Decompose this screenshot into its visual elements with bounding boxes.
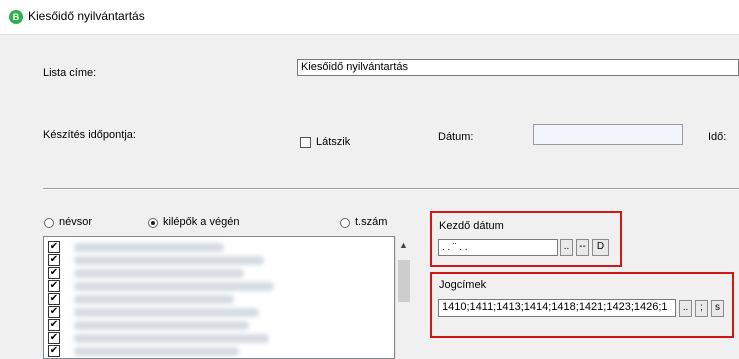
list-item-checkbox[interactable]: ✔ — [48, 254, 60, 266]
scroll-thumb[interactable] — [398, 260, 410, 302]
list-item-checkbox[interactable]: ✔ — [48, 306, 60, 318]
jogcimek-label: Jogcímek — [439, 279, 487, 291]
ido-label: Idő: — [708, 131, 727, 143]
list-item-checkbox[interactable]: ✔ — [48, 241, 60, 253]
app-logo-icon: B — [9, 10, 23, 24]
scroll-up-arrow-icon[interactable]: ▲ — [399, 240, 408, 250]
kezdo-datum-d-button[interactable]: D — [592, 239, 609, 256]
kezdo-datum-input[interactable]: . . ¨ . . — [438, 239, 558, 256]
list-item-redacted — [74, 295, 234, 304]
keszites-idopontja-label: Készítés időpontja: — [43, 129, 136, 141]
jogcimek-semicolon-button[interactable]: ; — [695, 300, 708, 317]
list-item-redacted — [74, 256, 264, 265]
jogcimek-picker-button[interactable]: .. — [679, 300, 692, 317]
kezdo-datum-picker-button[interactable]: .. — [560, 239, 573, 256]
radio-kilepok-a-vegen[interactable] — [148, 218, 158, 228]
list-item-redacted — [74, 243, 224, 252]
list-item-checkbox[interactable]: ✔ — [48, 267, 60, 279]
radio-tszam[interactable] — [340, 218, 350, 228]
datum-label: Dátum: — [438, 131, 474, 143]
separator — [43, 188, 739, 190]
kezdo-datum-label: Kezdő dátum — [439, 220, 504, 232]
checklist-scrollbar[interactable]: ▲ — [395, 236, 412, 359]
list-item-checkbox[interactable]: ✔ — [48, 345, 60, 357]
list-item-checkbox[interactable]: ✔ — [48, 293, 60, 305]
jogcimek-input[interactable]: 1410;1411;1413;1414;1418;1421;1423;1426;… — [438, 299, 676, 317]
list-item-redacted — [74, 334, 269, 343]
radio-kilepok-label: kilépők a végén — [163, 216, 240, 228]
list-item-redacted — [74, 308, 259, 317]
radio-tszam-label: t.szám — [355, 216, 388, 228]
kezdo-datum-clear-button[interactable]: -- — [576, 239, 589, 256]
radio-nevsor-label: névsor — [59, 216, 93, 228]
list-item-redacted — [74, 321, 249, 330]
list-item-redacted — [74, 282, 274, 291]
employee-checklist[interactable]: ✔ ✔ ✔ ✔ ✔ ✔ ✔ ✔ ✔ — [43, 236, 395, 359]
list-item-checkbox[interactable]: ✔ — [48, 280, 60, 292]
list-item-checkbox[interactable]: ✔ — [48, 319, 60, 331]
radio-nevsor[interactable] — [44, 218, 54, 228]
window-title: Kiesőidő nyilvántartás — [28, 9, 145, 23]
title-bar: B Kiesőidő nyilvántartás — [0, 0, 739, 35]
list-item-redacted — [74, 269, 244, 278]
jogcimek-s-button[interactable]: s — [711, 300, 724, 317]
datum-input[interactable] — [533, 124, 683, 145]
lista-cime-label: Lista címe: — [43, 67, 97, 79]
list-item-checkbox[interactable]: ✔ — [48, 332, 60, 344]
lista-cime-input[interactable]: Kiesőidő nyilvántartás — [297, 59, 739, 76]
latszik-label: Látszik — [316, 136, 351, 148]
list-item-redacted — [74, 347, 239, 356]
latszik-checkbox[interactable] — [300, 137, 311, 148]
